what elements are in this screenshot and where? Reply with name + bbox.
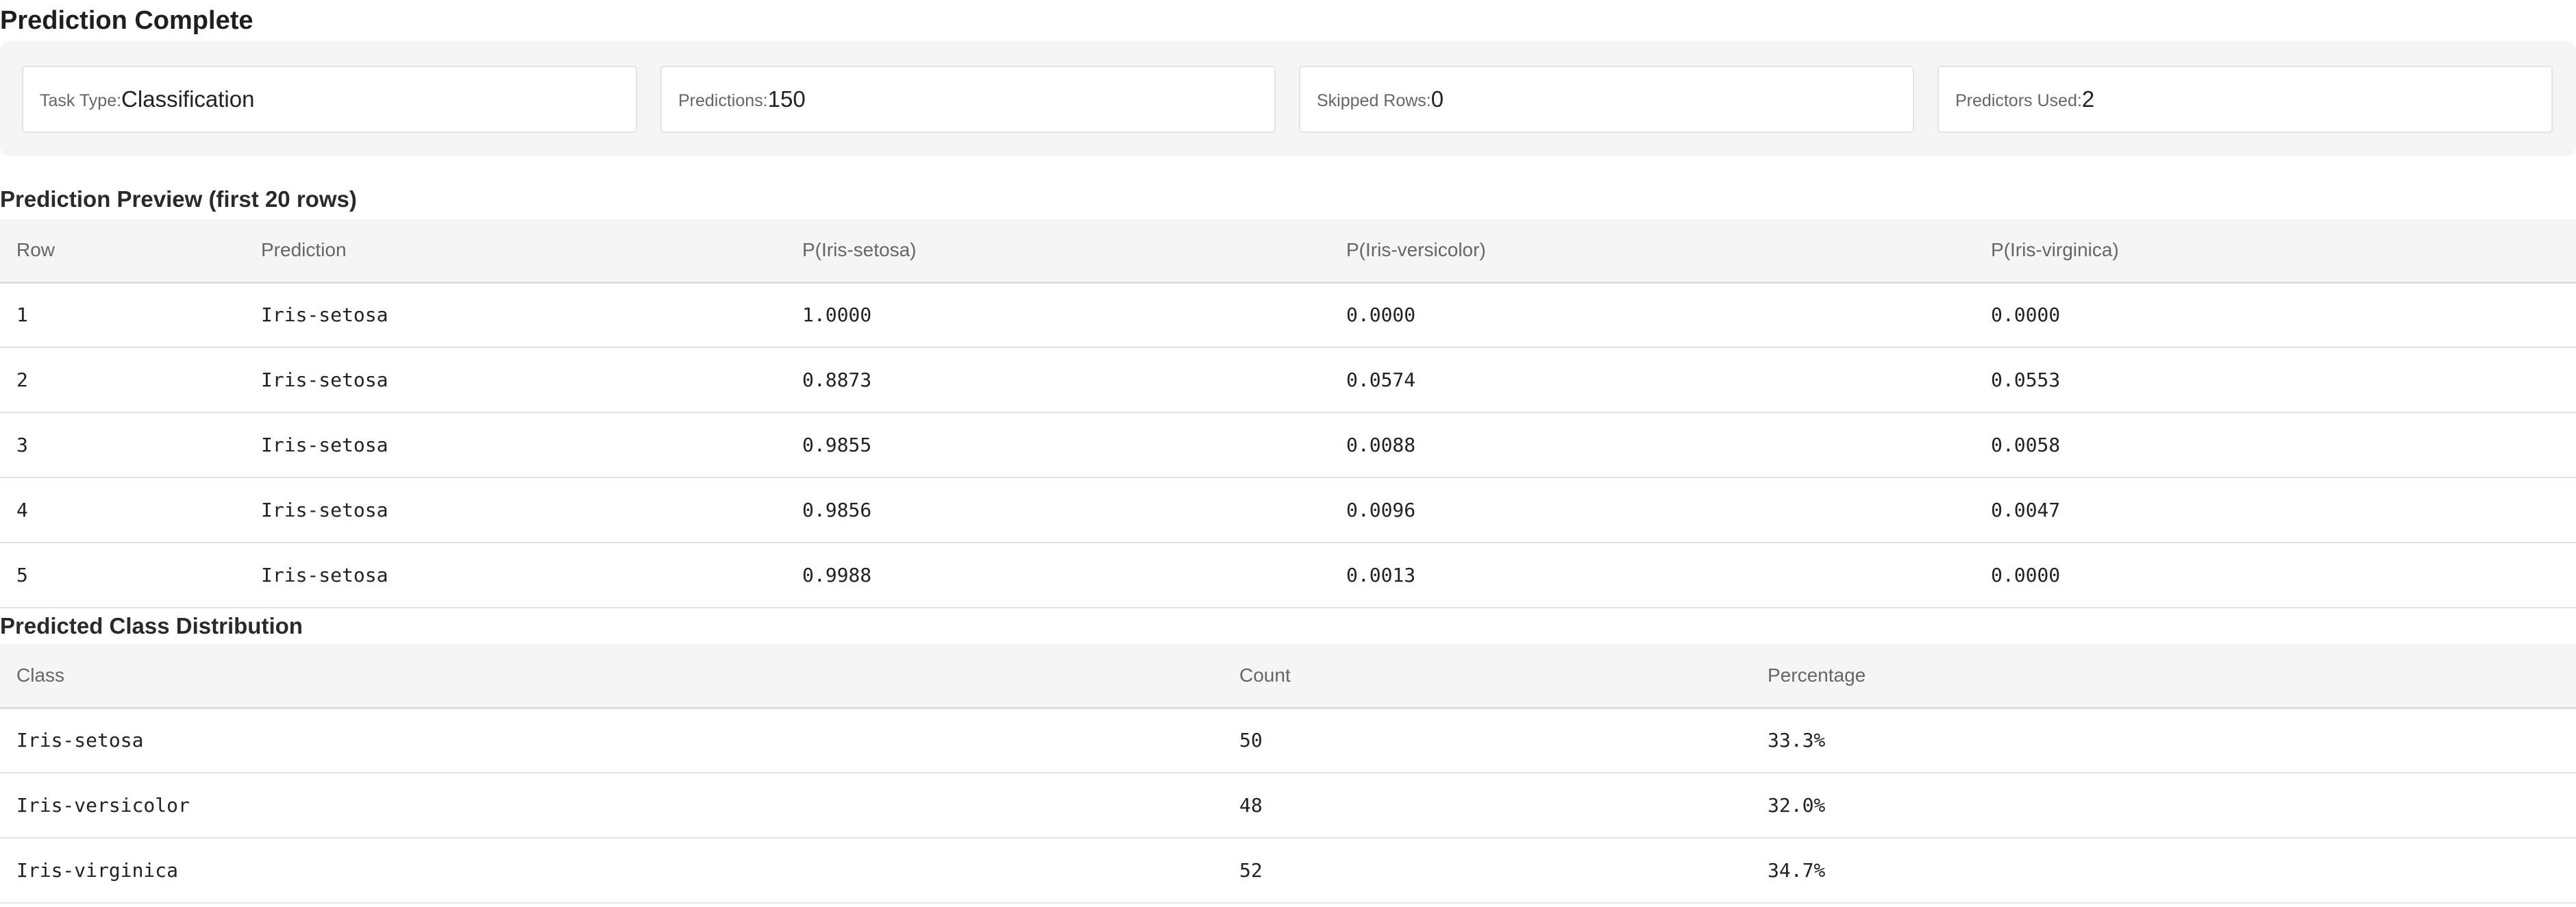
table-row: 3 Iris-setosa 0.9855 0.0088 0.0058 (0, 412, 2576, 478)
table-cell: 0.0088 (1330, 412, 1974, 478)
table-cell: 0.9855 (786, 412, 1330, 478)
skipped-rows-label: Skipped Rows: (1317, 90, 1431, 110)
table-cell: 0.0000 (1974, 282, 2576, 348)
predictors-used-label: Predictors Used: (1955, 90, 2082, 110)
table-row: Iris-virginica 52 34.7% (0, 838, 2576, 904)
column-header: Percentage (1751, 645, 2576, 709)
table-row: 4 Iris-setosa 0.9856 0.0096 0.0047 (0, 477, 2576, 543)
table-row: 1 Iris-setosa 1.0000 0.0000 0.0000 (0, 282, 2576, 348)
table-cell: Iris-setosa (245, 477, 786, 543)
column-header: P(Iris-setosa) (786, 219, 1330, 284)
column-header: P(Iris-virginica) (1974, 219, 2576, 284)
column-header: Prediction (245, 219, 786, 284)
table-cell: 0.0058 (1974, 412, 2576, 478)
table-row: 5 Iris-setosa 0.9988 0.0013 0.0000 (0, 543, 2576, 608)
task-type-card: Task Type: Classification (22, 66, 637, 133)
table-row: Iris-setosa 50 33.3% (0, 708, 2576, 773)
table-cell: Iris-versicolor (0, 773, 1223, 838)
class-distribution-table: Class Count Percentage Iris-setosa 50 33.3% I… (0, 645, 2576, 904)
table-cell: 50 (1223, 708, 1751, 773)
table-row: 2 Iris-setosa 0.8873 0.0574 0.0553 (0, 347, 2576, 413)
table-cell: 33.3% (1751, 708, 2576, 773)
preview-title: Prediction Preview (first 20 rows) (0, 186, 357, 212)
table-cell: Iris-setosa (245, 282, 786, 348)
table-cell: 48 (1223, 773, 1751, 838)
table-cell: 2 (0, 347, 245, 413)
table-cell: 0.0553 (1974, 347, 2576, 413)
table-cell: 32.0% (1751, 773, 2576, 838)
page-title: Prediction Complete (0, 6, 253, 35)
table-header-row: Class Count Percentage (0, 645, 2576, 709)
column-header: Count (1223, 645, 1751, 709)
table-cell: 0.0574 (1330, 347, 1974, 413)
table-cell: 34.7% (1751, 838, 2576, 904)
table-cell: 0.0000 (1974, 543, 2576, 608)
table-cell: 5 (0, 543, 245, 608)
prediction-preview-table: Row Prediction P(Iris-setosa) P(Iris-versic… (0, 219, 2576, 608)
skipped-rows-card: Skipped Rows: 0 (1299, 66, 1914, 133)
table-cell: 0.9988 (786, 543, 1330, 608)
table-cell: 0.9856 (786, 477, 1330, 543)
table-cell: 0.8873 (786, 347, 1330, 413)
table-row: Iris-versicolor 48 32.0% (0, 773, 2576, 838)
table-cell: Iris-setosa (0, 708, 1223, 773)
predictors-used-card: Predictors Used: 2 (1937, 66, 2553, 133)
task-type-value: Classification (121, 86, 255, 112)
table-cell: 0.0047 (1974, 477, 2576, 543)
predictions-value: 150 (767, 86, 806, 112)
table-cell: 1 (0, 282, 245, 348)
column-header: P(Iris-versicolor) (1330, 219, 1974, 284)
table-cell: Iris-setosa (245, 347, 786, 413)
table-cell: 0.0013 (1330, 543, 1974, 608)
table-cell: 0.0000 (1330, 282, 1974, 348)
table-cell: Iris-setosa (245, 543, 786, 608)
column-header: Class (0, 645, 1223, 709)
predictions-label: Predictions: (678, 90, 768, 110)
skipped-rows-value: 0 (1431, 86, 1444, 112)
column-header: Row (0, 219, 245, 284)
task-type-label: Task Type: (40, 90, 122, 110)
table-cell: Iris-setosa (245, 412, 786, 478)
table-cell: 3 (0, 412, 245, 478)
table-cell: 0.0096 (1330, 477, 1974, 543)
summary-panel: Task Type: Classification Predictions: 1… (0, 41, 2576, 156)
table-cell: Iris-virginica (0, 838, 1223, 904)
predictors-used-value: 2 (2081, 86, 2095, 112)
table-cell: 52 (1223, 838, 1751, 904)
table-header-row: Row Prediction P(Iris-setosa) P(Iris-versic… (0, 219, 2576, 284)
table-cell: 1.0000 (786, 282, 1330, 348)
table-cell: 4 (0, 477, 245, 543)
predictions-card: Predictions: 150 (660, 66, 1276, 133)
distribution-title: Predicted Class Distribution (0, 613, 303, 638)
